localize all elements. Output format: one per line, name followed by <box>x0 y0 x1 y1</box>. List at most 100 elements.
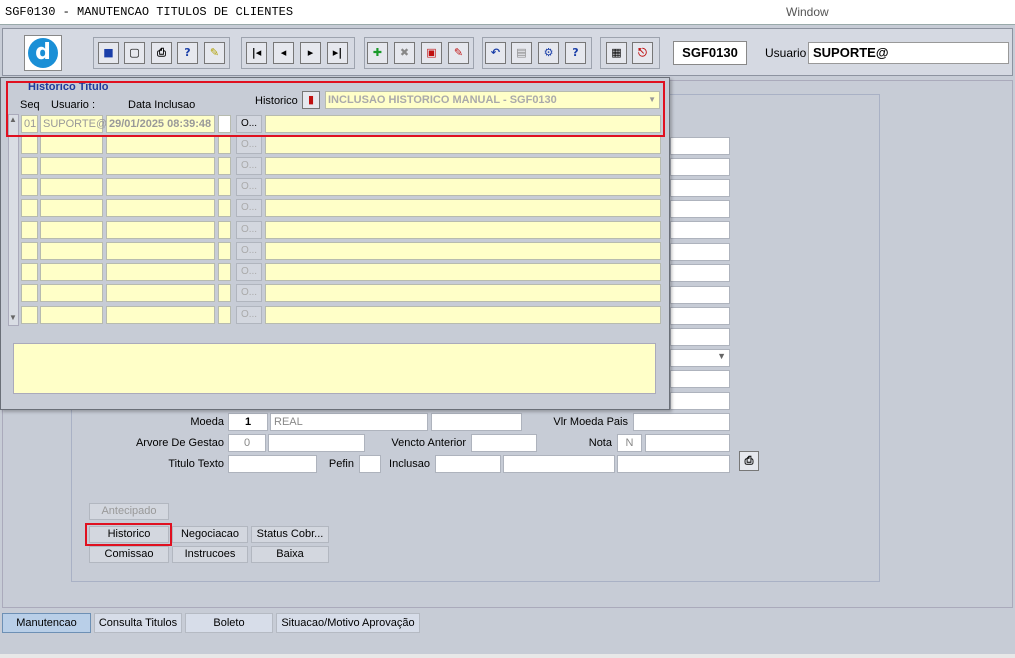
seq-cell[interactable] <box>21 263 38 281</box>
seq-cell[interactable] <box>21 199 38 217</box>
inclusao-extra-field[interactable] <box>617 455 730 473</box>
observacao-button[interactable]: O... <box>236 242 262 260</box>
seq-cell[interactable] <box>21 306 38 324</box>
field-r8[interactable] <box>670 286 730 304</box>
status-cobr-button[interactable]: Status Cobr... <box>251 526 329 543</box>
last-record-icon[interactable]: ▸| <box>327 42 348 64</box>
delete-record-icon[interactable]: ✖ <box>394 42 415 64</box>
marker-cell[interactable] <box>218 136 231 154</box>
marker-cell[interactable] <box>218 157 231 175</box>
data-cell[interactable] <box>106 284 215 302</box>
data-cell[interactable] <box>106 136 215 154</box>
inclusao-user-field[interactable] <box>503 455 615 473</box>
field-r1[interactable] <box>670 137 730 155</box>
moeda-extra-field[interactable] <box>431 413 522 431</box>
exit-icon[interactable]: ⎋ <box>632 42 653 64</box>
usuario-cell[interactable] <box>40 136 103 154</box>
window-menu[interactable]: Window <box>786 5 829 19</box>
field-r10[interactable] <box>670 328 730 346</box>
inclusao-date-field[interactable] <box>435 455 501 473</box>
next-record-icon[interactable]: ▸ <box>300 42 321 64</box>
seq-cell[interactable] <box>21 242 38 260</box>
historico-cell[interactable] <box>265 136 661 154</box>
marker-cell[interactable] <box>218 242 231 260</box>
data-cell[interactable] <box>106 157 215 175</box>
observacao-button[interactable]: O... <box>236 263 262 281</box>
historico-cell[interactable] <box>265 306 661 324</box>
observacao-textarea[interactable] <box>13 343 656 394</box>
moeda-name-field[interactable]: REAL <box>270 413 428 431</box>
tab-situacao-motivo[interactable]: Situacao/Motivo Aprovação <box>276 613 420 633</box>
tab-consulta-titulos[interactable]: Consulta Titulos <box>94 613 182 633</box>
seq-cell[interactable] <box>21 136 38 154</box>
duplicate-record-icon[interactable]: ▣ <box>421 42 442 64</box>
historico-cell[interactable] <box>265 242 661 260</box>
field-r2[interactable] <box>670 158 730 176</box>
data-cell[interactable] <box>106 221 215 239</box>
arvore-desc-field[interactable] <box>268 434 365 452</box>
usuario-cell[interactable] <box>40 306 103 324</box>
field-r12[interactable] <box>670 370 730 388</box>
nota-field[interactable]: N <box>617 434 642 452</box>
observacao-button[interactable]: O... <box>236 284 262 302</box>
field-r5[interactable] <box>670 221 730 239</box>
tab-boleto[interactable]: Boleto <box>185 613 273 633</box>
usuario-cell[interactable] <box>40 157 103 175</box>
undo-icon[interactable]: ↶ <box>485 42 506 64</box>
observacao-button[interactable]: O... <box>236 221 262 239</box>
negociacao-button[interactable]: Negociacao <box>172 526 248 543</box>
marker-cell[interactable] <box>218 178 231 196</box>
usuario-cell[interactable] <box>40 199 103 217</box>
comissao-button[interactable]: Comissao <box>89 546 169 563</box>
field-r6[interactable] <box>670 243 730 261</box>
field-r13[interactable] <box>670 392 730 410</box>
historico-cell[interactable] <box>265 263 661 281</box>
data-cell[interactable] <box>106 263 215 281</box>
antecipado-button[interactable]: Antecipado <box>89 503 169 520</box>
vencto-anterior-field[interactable] <box>471 434 537 452</box>
historico-cell[interactable] <box>265 221 661 239</box>
nota-extra-field[interactable] <box>645 434 730 452</box>
usuario-cell[interactable] <box>40 221 103 239</box>
field-r9[interactable] <box>670 307 730 325</box>
field-r4[interactable] <box>670 200 730 218</box>
observacao-button[interactable]: O... <box>236 178 262 196</box>
observacao-button[interactable]: O... <box>236 136 262 154</box>
observacao-button[interactable]: O... <box>236 157 262 175</box>
menu-icon[interactable]: ▦ <box>606 42 627 64</box>
save-icon[interactable]: ■ <box>98 42 119 64</box>
marker-cell[interactable] <box>218 199 231 217</box>
help-icon[interactable]: ? <box>565 42 586 64</box>
pefin-field[interactable] <box>359 455 381 473</box>
baixa-button[interactable]: Baixa <box>251 546 329 563</box>
paste-icon[interactable]: ▤ <box>511 42 532 64</box>
marker-cell[interactable] <box>218 263 231 281</box>
select-r11[interactable]: ▼ <box>670 349 730 367</box>
query-help-icon[interactable]: ? <box>177 42 198 64</box>
print-icon[interactable]: ⎙ <box>739 451 759 471</box>
data-cell[interactable] <box>106 242 215 260</box>
field-r7[interactable] <box>670 264 730 282</box>
usuario-field[interactable]: SUPORTE@ <box>808 42 1009 64</box>
usuario-cell[interactable] <box>40 263 103 281</box>
titulo-texto-field[interactable] <box>228 455 317 473</box>
data-cell[interactable] <box>106 178 215 196</box>
window-icon[interactable]: ▢ <box>124 42 145 64</box>
usuario-cell[interactable] <box>40 178 103 196</box>
instrucoes-button[interactable]: Instrucoes <box>172 546 248 563</box>
execute-query-icon[interactable]: ✎ <box>204 42 225 64</box>
field-r3[interactable] <box>670 179 730 197</box>
seq-cell[interactable] <box>21 157 38 175</box>
grid-scrollbar[interactable] <box>8 114 19 326</box>
seq-cell[interactable] <box>21 284 38 302</box>
clear-icon[interactable]: ✎ <box>448 42 469 64</box>
tab-manutencao[interactable]: Manutencao <box>2 613 91 633</box>
arvore-field[interactable]: 0 <box>228 434 266 452</box>
marker-cell[interactable] <box>218 284 231 302</box>
prev-record-icon[interactable]: ◂ <box>273 42 294 64</box>
marker-cell[interactable] <box>218 306 231 324</box>
print-icon[interactable]: ⎙ <box>151 42 172 64</box>
observacao-button[interactable]: O... <box>236 306 262 324</box>
data-cell[interactable] <box>106 306 215 324</box>
scroll-down-icon[interactable]: ▼ <box>9 313 17 322</box>
